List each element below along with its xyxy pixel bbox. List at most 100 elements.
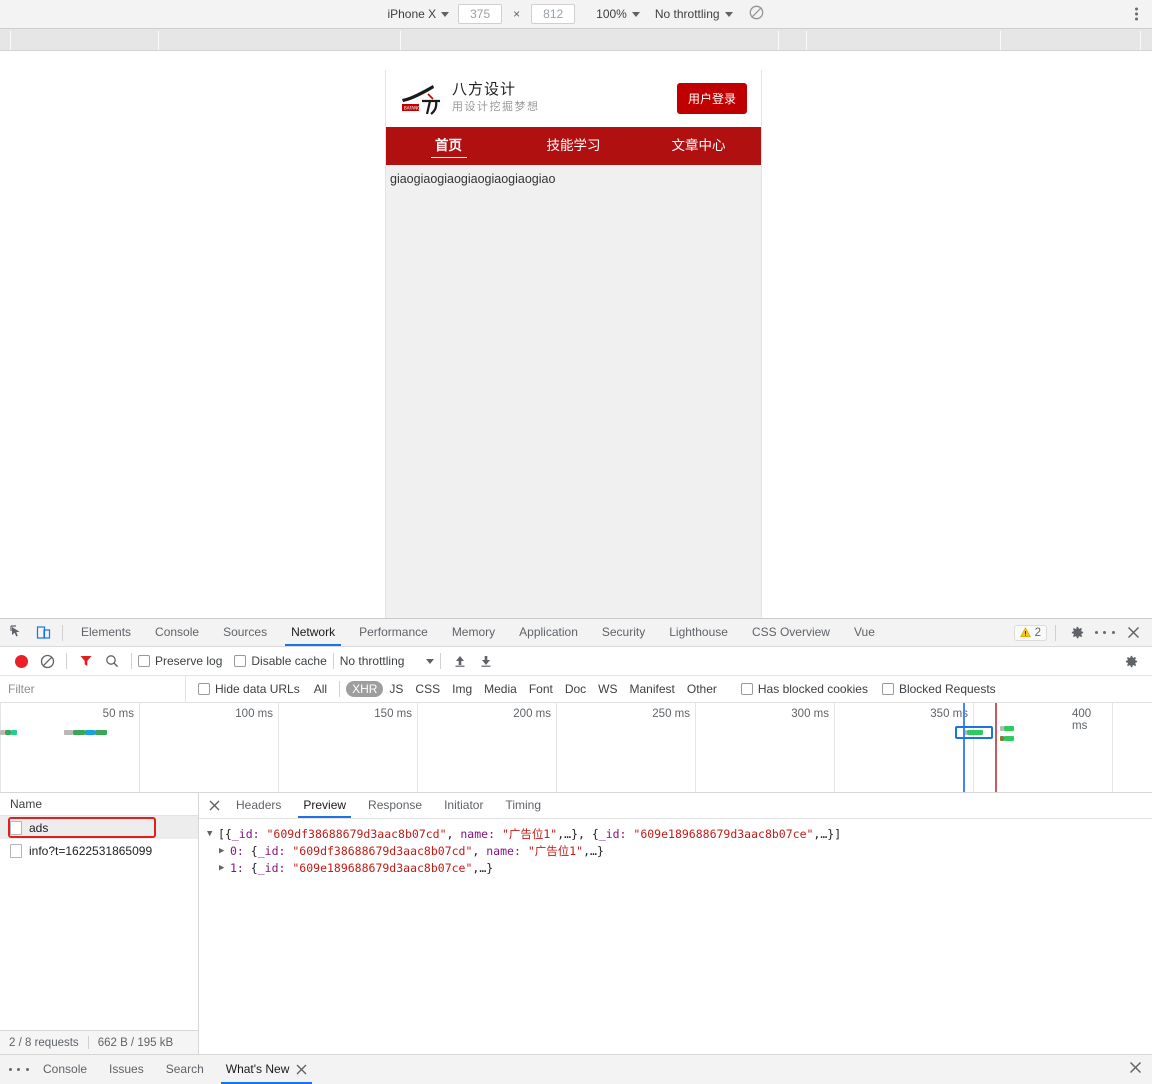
tab-css-overview[interactable]: CSS Overview (740, 619, 842, 646)
filter-type-all[interactable]: All (308, 681, 333, 697)
brand-subtitle: 用设计挖掘梦想 (452, 101, 540, 114)
timeline-tick-100: 100 ms (235, 708, 273, 720)
close-drawer-button[interactable] (1129, 1061, 1152, 1079)
tab-memory[interactable]: Memory (440, 619, 507, 646)
tab-security[interactable]: Security (590, 619, 657, 646)
throttling-selector[interactable]: No throttling (340, 654, 435, 668)
tab-vue[interactable]: Vue (842, 619, 887, 646)
blocked-requests-checkbox[interactable]: Blocked Requests (881, 682, 996, 696)
request-column-header-name[interactable]: Name (0, 793, 198, 816)
expand-arrow-icon[interactable]: ▶ (219, 843, 230, 860)
tab-preview[interactable]: Preview (292, 793, 357, 818)
timeline-tick-250: 250 ms (652, 708, 690, 720)
json-separator: , (472, 844, 487, 858)
divider (131, 653, 132, 669)
request-type-icon (10, 820, 22, 835)
expand-arrow-icon[interactable]: ▶ (219, 860, 230, 877)
json-root-row[interactable]: ▼ [{_id: "609df38688679d3aac8b07cd", nam… (207, 826, 1152, 843)
close-icon[interactable] (296, 1064, 307, 1075)
search-icon[interactable] (99, 648, 125, 674)
tab-performance[interactable]: Performance (347, 619, 440, 646)
zoom-selector[interactable]: 100% (596, 7, 640, 21)
json-item-row[interactable]: ▶ 1: {_id: "609e189688679d3aac8b07ce",…} (207, 860, 1152, 877)
tab-network[interactable]: Network (279, 619, 347, 646)
filter-type-css[interactable]: CSS (409, 681, 446, 697)
json-value: "609df38688679d3aac8b07cd" (292, 844, 473, 858)
table-row[interactable]: ads (0, 816, 198, 839)
filter-type-js[interactable]: JS (383, 681, 409, 697)
devtools-more-button[interactable] (1092, 620, 1118, 646)
close-devtools-button[interactable] (1120, 620, 1146, 646)
expand-arrow-icon[interactable]: ▼ (207, 826, 218, 843)
filter-icon[interactable] (73, 648, 99, 674)
table-row[interactable]: info?t=1622531865099 (0, 839, 198, 862)
device-selector[interactable]: iPhone X (387, 7, 450, 21)
json-root-prefix: [{ (218, 827, 232, 841)
json-tail: ,…} (472, 861, 494, 875)
download-har-icon[interactable] (473, 648, 499, 674)
tab-application[interactable]: Application (507, 619, 590, 646)
drawer-tab-search[interactable]: Search (155, 1055, 215, 1084)
blocked-requests-label: Blocked Requests (898, 682, 996, 696)
hide-data-urls-checkbox[interactable]: Hide data URLs (198, 682, 300, 696)
disable-cache-label: Disable cache (251, 654, 327, 668)
filter-type-xhr[interactable]: XHR (346, 681, 384, 697)
request-bar (73, 730, 85, 735)
drawer-tab-console[interactable]: Console (32, 1055, 98, 1084)
inspect-element-icon[interactable] (4, 620, 30, 646)
tab-lighthouse[interactable]: Lighthouse (657, 619, 740, 646)
drawer-tab-whats-new[interactable]: What's New (215, 1055, 319, 1084)
disable-cache-checkbox[interactable]: Disable cache (234, 654, 327, 668)
filter-type-ws[interactable]: WS (592, 681, 623, 697)
user-login-button[interactable]: 用户登录 (676, 83, 747, 114)
gear-icon[interactable] (1064, 620, 1090, 646)
drawer-tab-issues[interactable]: Issues (98, 1055, 155, 1084)
tab-sources[interactable]: Sources (211, 619, 279, 646)
viewport-width-input[interactable]: 375 (458, 4, 503, 24)
request-bar (85, 730, 95, 735)
warning-badge[interactable]: 2 (1013, 624, 1047, 641)
divider (62, 624, 63, 641)
json-item-row[interactable]: ▶ 0: {_id: "609df38688679d3aac8b07cd", n… (207, 843, 1152, 860)
rotate-icon[interactable] (748, 4, 765, 24)
filter-type-doc[interactable]: Doc (559, 681, 592, 697)
upload-har-icon[interactable] (447, 648, 473, 674)
tab-elements[interactable]: Elements (69, 619, 143, 646)
json-value: "609df38688679d3aac8b07cd" (266, 827, 447, 841)
nav-item-skills[interactable]: 技能学习 (511, 127, 636, 165)
network-settings-gear-icon[interactable] (1118, 648, 1144, 674)
tab-timing[interactable]: Timing (494, 793, 552, 818)
nav-item-articles[interactable]: 文章中心 (636, 127, 761, 165)
preserve-log-checkbox[interactable]: Preserve log (138, 654, 222, 668)
tab-initiator[interactable]: Initiator (433, 793, 494, 818)
device-toolbar-menu-button[interactable] (1135, 6, 1138, 23)
viewport-height-input[interactable]: 812 (531, 4, 576, 24)
timeline-selection[interactable] (955, 726, 993, 739)
toggle-device-toolbar-icon[interactable] (30, 620, 56, 646)
nav-item-home[interactable]: 首页 (386, 127, 511, 165)
record-button[interactable] (8, 648, 34, 674)
clear-button[interactable] (34, 648, 60, 674)
close-detail-button[interactable] (203, 795, 225, 817)
dom-content-loaded-marker (963, 703, 965, 792)
network-filter-bar: Hide data URLs All XHR JS CSS Img Media … (0, 676, 1152, 703)
tab-headers[interactable]: Headers (225, 793, 292, 818)
filter-input[interactable] (0, 676, 186, 702)
tab-response[interactable]: Response (357, 793, 433, 818)
filter-type-media[interactable]: Media (478, 681, 523, 697)
checkbox-box (740, 683, 753, 695)
filter-type-font[interactable]: Font (523, 681, 559, 697)
filter-type-other[interactable]: Other (681, 681, 723, 697)
drawer-more-button[interactable] (6, 1057, 32, 1083)
network-overview-timeline[interactable]: 50 ms 100 ms 150 ms 200 ms 250 ms 300 ms… (0, 703, 1152, 793)
network-throttling-selector[interactable]: No throttling (655, 7, 733, 21)
tab-console[interactable]: Console (143, 619, 211, 646)
request-bar (95, 730, 107, 735)
filter-type-manifest[interactable]: Manifest (624, 681, 681, 697)
drawer-tab-label: Search (165, 1062, 204, 1076)
filter-type-img[interactable]: Img (446, 681, 478, 697)
has-blocked-cookies-checkbox[interactable]: Has blocked cookies (740, 682, 868, 696)
viewport-ruler (0, 29, 1152, 51)
request-detail-tab-bar: Headers Preview Response Initiator Timin… (199, 793, 1152, 819)
site-logo-icon: BAFANG (400, 82, 442, 116)
